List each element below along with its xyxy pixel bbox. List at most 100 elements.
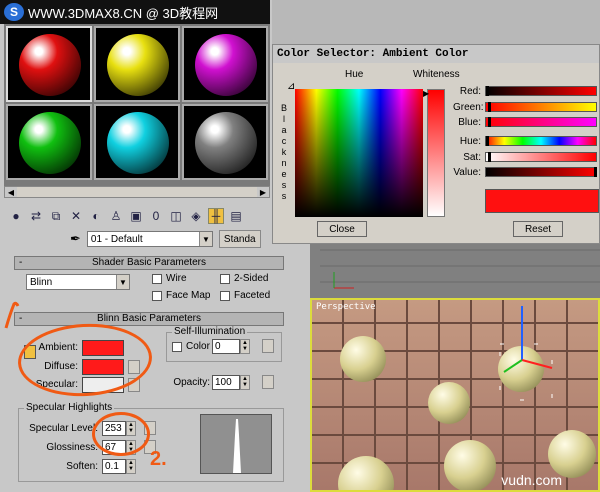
spinner-arrows-icon[interactable]: ▲ ▼	[240, 375, 250, 390]
material-name-dropdown[interactable]: 01 - Default ▼	[86, 231, 213, 247]
self-illum-spinner[interactable]: 0 ▲ ▼	[212, 339, 250, 354]
scroll-right-icon[interactable]: ▶	[257, 187, 269, 197]
channel-slider-thumb[interactable]	[488, 152, 492, 162]
material-type-button[interactable]: Standa	[218, 230, 261, 248]
spinner-arrows-icon[interactable]: ▲ ▼	[126, 459, 136, 474]
reset-map-icon[interactable]: ✕	[68, 208, 84, 224]
channel-slider-thumb[interactable]	[486, 136, 489, 146]
scroll-left-icon[interactable]: ◀	[5, 187, 17, 197]
self-illum-value: 0	[215, 341, 221, 352]
checkbox-box[interactable]	[220, 273, 230, 284]
channel-slider[interactable]	[485, 102, 597, 112]
material-sphere	[107, 112, 169, 174]
material-effects-channel-icon[interactable]: 0	[148, 208, 164, 224]
shader-rollout-header[interactable]: - Shader Basic Parameters	[14, 256, 284, 270]
color-selector-dialog: Color Selector: Ambient Color Hue Whiten…	[272, 44, 600, 244]
channel-slider[interactable]	[485, 86, 597, 96]
close-button[interactable]: Close	[317, 221, 367, 237]
material-name-value: 01 - Default	[90, 233, 143, 245]
sphere-object[interactable]	[548, 430, 596, 478]
soften-value: 0.1	[105, 461, 119, 472]
go-to-parent-icon[interactable]: ╫	[208, 208, 224, 224]
blackness-label: Blackness	[280, 103, 287, 201]
axis-gizmo-icon	[320, 249, 600, 289]
top-viewport[interactable]	[310, 244, 600, 298]
channel-slider-thumb[interactable]	[488, 102, 492, 112]
material-slots	[4, 24, 270, 186]
material-slot-2[interactable]	[94, 26, 180, 102]
self-illum-map-button[interactable]	[262, 339, 274, 353]
material-slot-1[interactable]	[6, 26, 92, 102]
checkbox-box[interactable]	[152, 290, 162, 301]
channel-slider[interactable]	[485, 152, 597, 162]
checkbox-box[interactable]	[152, 273, 162, 284]
perspective-viewport[interactable]: Perspective vudn.com	[310, 298, 600, 492]
channel-label: Value:	[453, 166, 481, 178]
checkbox-box[interactable]	[172, 341, 182, 352]
put-to-library-icon[interactable]: ▣	[128, 208, 144, 224]
site-logo-icon: S	[4, 3, 24, 21]
channel-slider-thumb[interactable]	[488, 117, 492, 127]
material-slot-5[interactable]	[94, 104, 180, 180]
make-unique-icon[interactable]: ♙	[108, 208, 124, 224]
hue-blackness-field[interactable]	[295, 89, 423, 217]
opacity-spinner[interactable]: 100 ▲ ▼	[212, 375, 250, 390]
whiteness-slider[interactable]	[427, 89, 445, 217]
chevron-down-icon: ▼	[198, 232, 212, 246]
material-toolbar: ● ⇄ ⧉ ✕ ◐ ♙ ▣ 0 ◫ ◈ ╫ ▤	[4, 204, 274, 228]
faceted-checkbox[interactable]: Faceted	[220, 290, 270, 301]
material-slot-4[interactable]	[6, 104, 92, 180]
shader-rollout-title: Shader Basic Parameters	[92, 257, 206, 268]
color-preview-swatch	[485, 189, 599, 213]
sphere-object[interactable]	[428, 382, 470, 424]
sphere-object[interactable]	[338, 456, 394, 490]
material-sphere	[107, 34, 169, 96]
face-map-checkbox[interactable]: Face Map	[152, 290, 210, 301]
material-sphere	[19, 112, 81, 174]
wire-checkbox[interactable]: Wire	[152, 273, 187, 284]
opacity-map-button[interactable]	[262, 375, 274, 389]
sphere-object[interactable]	[340, 336, 386, 382]
shader-type-value: Blinn	[30, 276, 53, 288]
collapse-icon: -	[19, 257, 23, 268]
opacity-label: Opacity:	[173, 377, 210, 388]
channel-row: Red:	[453, 85, 597, 97]
highlight-curve-icon	[203, 419, 271, 473]
go-forward-icon[interactable]: ▤	[228, 208, 244, 224]
sphere-object[interactable]	[444, 440, 496, 490]
pick-material-icon[interactable]: ✒	[70, 231, 81, 247]
two-sided-checkbox[interactable]: 2-Sided	[220, 273, 268, 284]
channel-slider[interactable]	[485, 117, 597, 127]
channel-row: Value:	[453, 166, 597, 178]
slots-scrollbar[interactable]: ◀ ▶	[4, 186, 270, 198]
assign-material-icon[interactable]: ⧉	[48, 208, 64, 224]
shader-type-dropdown[interactable]: Blinn ▼	[26, 274, 130, 290]
reset-button[interactable]: Reset	[513, 221, 563, 237]
channel-slider-thumb[interactable]	[486, 86, 489, 96]
get-material-icon[interactable]: ●	[8, 208, 24, 224]
show-map-icon[interactable]: ◫	[168, 208, 184, 224]
put-to-scene-icon[interactable]: ⇄	[28, 208, 44, 224]
channel-label: Sat:	[463, 151, 481, 163]
spinner-arrows-icon[interactable]: ▲ ▼	[240, 339, 250, 354]
faceted-label: Faceted	[234, 290, 271, 301]
channel-slider[interactable]	[485, 136, 597, 146]
viewport-watermark: vudn.com	[501, 472, 562, 488]
channel-row: Hue:	[453, 135, 597, 147]
material-slot-3[interactable]	[182, 26, 268, 102]
show-end-result-icon[interactable]: ◈	[188, 208, 204, 224]
self-illum-color-checkbox[interactable]: Color	[172, 341, 210, 352]
channel-slider-thumb[interactable]	[594, 167, 597, 177]
channel-row: Green:	[453, 101, 597, 113]
copy-material-icon[interactable]: ◐	[88, 208, 104, 224]
channel-slider[interactable]	[485, 167, 597, 177]
material-sphere	[19, 34, 81, 96]
whiteness-marker-icon[interactable]: ▶	[423, 89, 429, 98]
viewport-label: Perspective	[316, 302, 376, 312]
checkbox-box[interactable]	[220, 290, 230, 301]
blinn-rollout-header[interactable]: - Blinn Basic Parameters	[14, 312, 284, 326]
material-name-row: ✒ 01 - Default ▼ Standa	[70, 230, 261, 248]
transform-gizmo-icon[interactable]	[492, 300, 562, 410]
material-slot-6[interactable]	[182, 104, 268, 180]
soften-spinner[interactable]: 0.1 ▲ ▼	[102, 459, 136, 474]
